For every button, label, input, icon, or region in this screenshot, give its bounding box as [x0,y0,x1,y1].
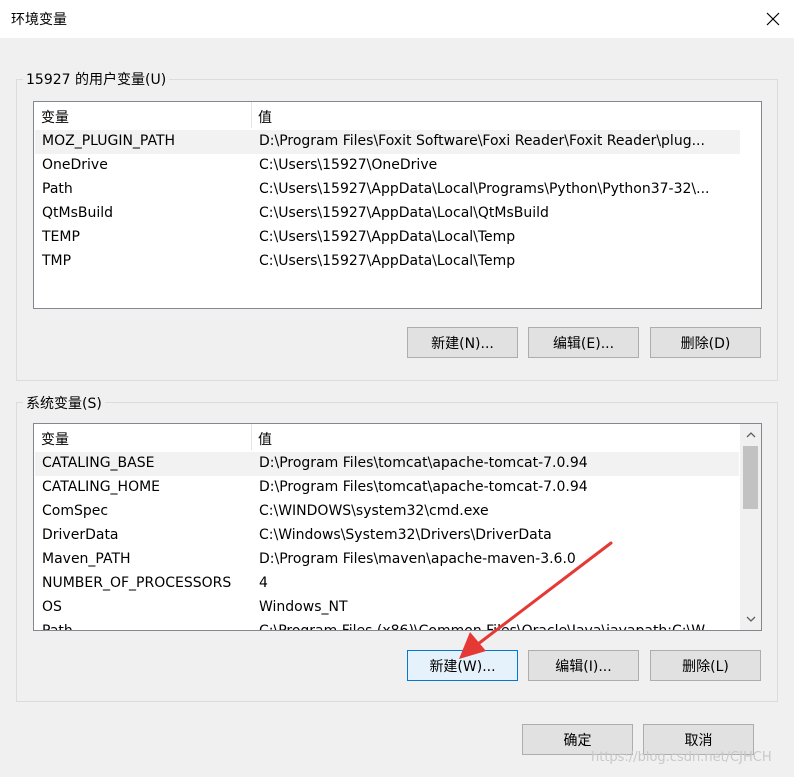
annotation-arrow-icon [459,541,613,659]
watermark: https://blog.csdn.net/CJHCH [591,750,772,765]
